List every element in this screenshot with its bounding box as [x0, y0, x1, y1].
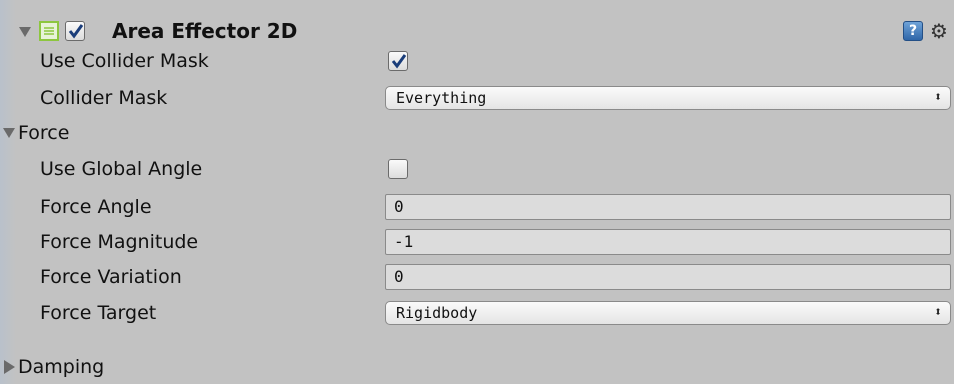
use-collider-mask-label: Use Collider Mask: [40, 50, 209, 72]
row-force-magnitude: Force Magnitude -1: [0, 227, 954, 257]
row-force-angle: Force Angle 0: [0, 192, 954, 222]
use-global-angle-label: Use Global Angle: [40, 158, 203, 180]
force-angle-label: Force Angle: [40, 196, 152, 218]
force-variation-input[interactable]: 0: [385, 264, 951, 290]
row-force-foldout[interactable]: Force: [0, 118, 954, 148]
row-force-target: Force Target Rigidbody ⬍: [0, 298, 954, 328]
use-global-angle-checkbox[interactable]: [388, 159, 408, 179]
help-icon[interactable]: ?: [903, 21, 923, 41]
force-variation-label: Force Variation: [40, 266, 182, 288]
force-magnitude-label: Force Magnitude: [40, 231, 199, 253]
force-target-label: Force Target: [40, 302, 157, 324]
dropdown-arrow-icon: ⬍: [934, 305, 942, 320]
component-title: Area Effector 2D: [112, 19, 298, 43]
force-target-dropdown[interactable]: Rigidbody ⬍: [385, 301, 951, 325]
force-foldout-label[interactable]: Force: [18, 122, 69, 144]
collider-mask-value: Everything: [396, 89, 487, 107]
collapse-arrow-icon[interactable]: [19, 27, 31, 37]
row-damping-foldout[interactable]: Damping: [0, 352, 954, 382]
collider-mask-label: Collider Mask: [40, 87, 168, 109]
damping-foldout-label[interactable]: Damping: [18, 356, 104, 378]
dropdown-arrow-icon: ⬍: [934, 90, 942, 105]
gear-icon[interactable]: ⚙: [930, 19, 948, 43]
component-header[interactable]: Area Effector 2D ? ⚙: [0, 16, 954, 46]
row-use-global-angle: Use Global Angle: [0, 154, 954, 184]
row-use-collider-mask: Use Collider Mask: [0, 46, 954, 76]
use-collider-mask-checkbox[interactable]: [388, 51, 408, 71]
force-target-value: Rigidbody: [396, 304, 478, 322]
force-angle-input[interactable]: 0: [385, 194, 951, 220]
inspector-panel: Area Effector 2D ? ⚙ Use Collider Mask C…: [0, 0, 954, 384]
row-force-variation: Force Variation 0: [0, 262, 954, 292]
script-icon: [39, 21, 59, 41]
row-collider-mask: Collider Mask Everything ⬍: [0, 83, 954, 113]
collider-mask-dropdown[interactable]: Everything ⬍: [385, 86, 951, 110]
component-enabled-checkbox[interactable]: [65, 21, 85, 41]
foldout-expanded-icon[interactable]: [3, 128, 15, 138]
foldout-collapsed-icon[interactable]: [4, 360, 15, 374]
force-magnitude-input[interactable]: -1: [385, 229, 951, 255]
